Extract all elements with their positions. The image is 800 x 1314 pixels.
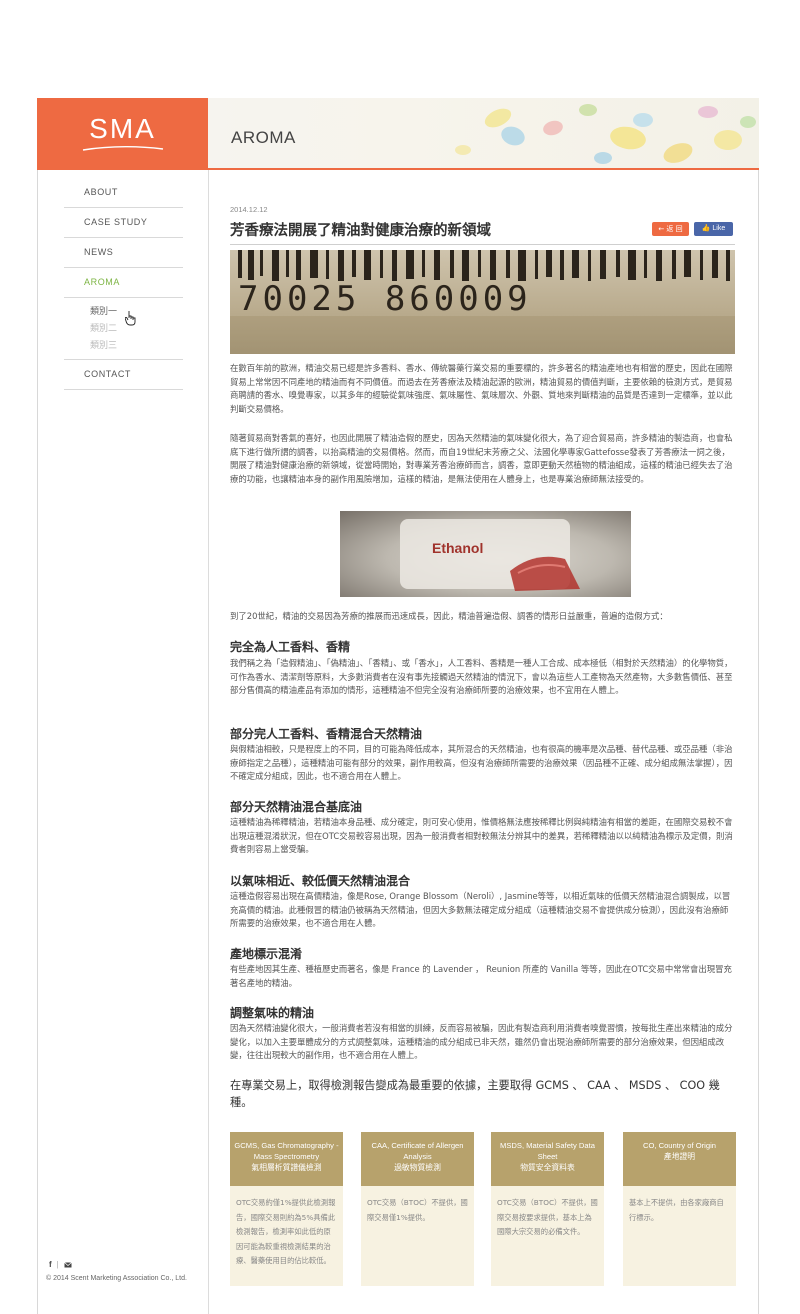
- header-accent-line: [37, 168, 208, 170]
- card-header: CAA, Certificate of Allergen Analysis 過敏…: [361, 1132, 474, 1186]
- barcode-number: 70025 860009: [238, 279, 532, 319]
- back-button[interactable]: ← 返 回: [652, 222, 689, 236]
- paragraph-1: 在數百年前的歐洲，精油交易已經是許多香料、香水、傳統醫藥行業交易的重要標的，許多…: [230, 363, 733, 414]
- social-links: f |: [49, 1260, 187, 1269]
- section-title: AROMA: [231, 128, 296, 147]
- heading-diluted: 部分天然精油混合基底油: [230, 800, 363, 814]
- card-gcms: GCMS, Gas Chromatography - Mass Spectrom…: [230, 1132, 343, 1286]
- heading-origin-label: 產地標示混淆: [230, 947, 303, 961]
- aroma-subnav: 類別一 類別二 類別三: [64, 298, 183, 360]
- card-caa: CAA, Certificate of Allergen Analysis 過敏…: [361, 1132, 474, 1286]
- subnav-item-category-3[interactable]: 類別三: [90, 338, 183, 355]
- hand-cursor-icon: [125, 311, 136, 326]
- content-divider: [208, 170, 209, 1314]
- article-date: 2014.12.12: [230, 205, 268, 214]
- logo[interactable]: SMA: [37, 98, 208, 170]
- card-title-en: CAA, Certificate of Allergen Analysis: [371, 1141, 464, 1161]
- card-body: 基本上不提供，由各家廠商自行標示。: [629, 1198, 724, 1222]
- card-body: OTC交易（BTOC）不提供，國際交易僅1%提供。: [367, 1198, 468, 1222]
- ethanol-photo: Ethanol: [340, 511, 631, 597]
- nav-item-aroma[interactable]: AROMA: [64, 268, 183, 298]
- card-title-zh: 物質安全資料表: [520, 1163, 575, 1172]
- nav-item-news[interactable]: NEWS: [64, 238, 183, 268]
- card-body: OTC交易約僅1%提供此檢測報告，國際交易則約為5%具備此檢測報告，檢測率如此低…: [236, 1198, 336, 1265]
- heading-similar-scent: 以氣味相近、較低價天然精油混合: [230, 874, 411, 888]
- copyright: © 2014 Scent Marketing Association Co., …: [46, 1275, 187, 1282]
- card-title-zh: 產地證明: [663, 1152, 696, 1161]
- nav-item-case-study[interactable]: CASE STUDY: [64, 208, 183, 238]
- card-title-en: CO, Country of Origin: [642, 1141, 716, 1150]
- card-title-zh: 過敏物質檢測: [394, 1163, 441, 1172]
- facebook-icon[interactable]: f: [49, 1260, 52, 1269]
- heading-partial-synthetic: 部分完人工香料、香精混合天然精油: [230, 727, 423, 741]
- heading-synthetic: 完全為人工香料、香精: [230, 640, 351, 654]
- paragraph-4: 我們稱之為「造假精油」、「偽精油」、「香精」、或「香水」，人工香料、香精是一種人…: [230, 658, 733, 696]
- barcode-photo: 70025 860009: [230, 250, 735, 354]
- paragraph-9: 因為天然精油變化很大，一般消費者若沒有相當的訓練，反而容易被騙，因此有製造商利用…: [230, 1023, 733, 1061]
- card-title-zh: 氣相層析質譜儀檢測: [251, 1163, 322, 1172]
- paragraph-7: 這種造假容易出現在高價精油，像是Rose, Orange Blossom（Ner…: [230, 891, 731, 929]
- card-header: CO, Country of Origin 產地證明: [623, 1132, 736, 1186]
- logo-text: SMA: [89, 113, 156, 144]
- ethanol-label: Ethanol: [432, 540, 483, 556]
- card-header: GCMS, Gas Chromatography - Mass Spectrom…: [230, 1132, 343, 1186]
- heading-adjusted-scent: 調整氣味的精油: [230, 1006, 315, 1020]
- facebook-like-button[interactable]: 👍 Like: [694, 222, 733, 236]
- barcode-image: 70025 860009: [230, 250, 735, 354]
- mail-icon[interactable]: [64, 1261, 72, 1268]
- nav-item-contact[interactable]: CONTACT: [64, 360, 183, 390]
- paragraph-5: 與假精油相較，只是程度上的不同，目的可能為降低成本，其所混合的天然精油，也有很高…: [230, 744, 733, 782]
- card-body: OTC交易（BTOC）不提供，國際交易按要求提供，基本上為國際大宗交易的必備文件…: [497, 1198, 598, 1236]
- sidebar-footer: f | © 2014 Scent Marketing Association C…: [46, 1260, 187, 1282]
- card-msds: MSDS, Material Safety Data Sheet 物質安全資料表…: [491, 1132, 604, 1286]
- header-banner: AROMA: [208, 98, 759, 170]
- paragraph-3: 到了20世紀，精油的交易因為芳療的推展而迅速成長，因此，精油普遍造假、調香的情形…: [230, 611, 668, 621]
- logo-swoosh-icon: [82, 146, 163, 151]
- report-cards: GCMS, Gas Chromatography - Mass Spectrom…: [230, 1132, 736, 1286]
- card-coo: CO, Country of Origin 產地證明 基本上不提供，由各家廠商自…: [623, 1132, 736, 1286]
- card-title-en: MSDS, Material Safety Data Sheet: [500, 1141, 595, 1161]
- lead-statement: 在專業交易上，取得檢測報告變成為最重要的依據，主要取得 GCMS 、 CAA 、…: [230, 1079, 720, 1109]
- sidebar-nav: ABOUT CASE STUDY NEWS AROMA 類別一 類別二 類別三 …: [64, 178, 183, 390]
- article-title: 芳香療法開展了精油對健康治療的新領域: [230, 223, 491, 239]
- paragraph-2: 隨著貿易商對香氣的喜好，也因此開展了精油造假的歷史，因為天然精油的氣味變化很大，…: [230, 433, 733, 484]
- ethanol-bottle-image: Ethanol: [400, 519, 580, 591]
- title-divider: [230, 244, 735, 245]
- paragraph-8: 有些產地因其生產、種植歷史而著名，像是 France 的 Lavender ， …: [230, 964, 732, 988]
- social-divider: |: [56, 1260, 59, 1269]
- card-header: MSDS, Material Safety Data Sheet 物質安全資料表: [491, 1132, 604, 1186]
- nav-item-about[interactable]: ABOUT: [64, 178, 183, 208]
- card-title-en: GCMS, Gas Chromatography - Mass Spectrom…: [234, 1141, 339, 1161]
- paragraph-6: 這種精油為稀釋精油，若精油本身品種、成分確定，則可安心使用，惟價格無法應按稀釋比…: [230, 817, 733, 855]
